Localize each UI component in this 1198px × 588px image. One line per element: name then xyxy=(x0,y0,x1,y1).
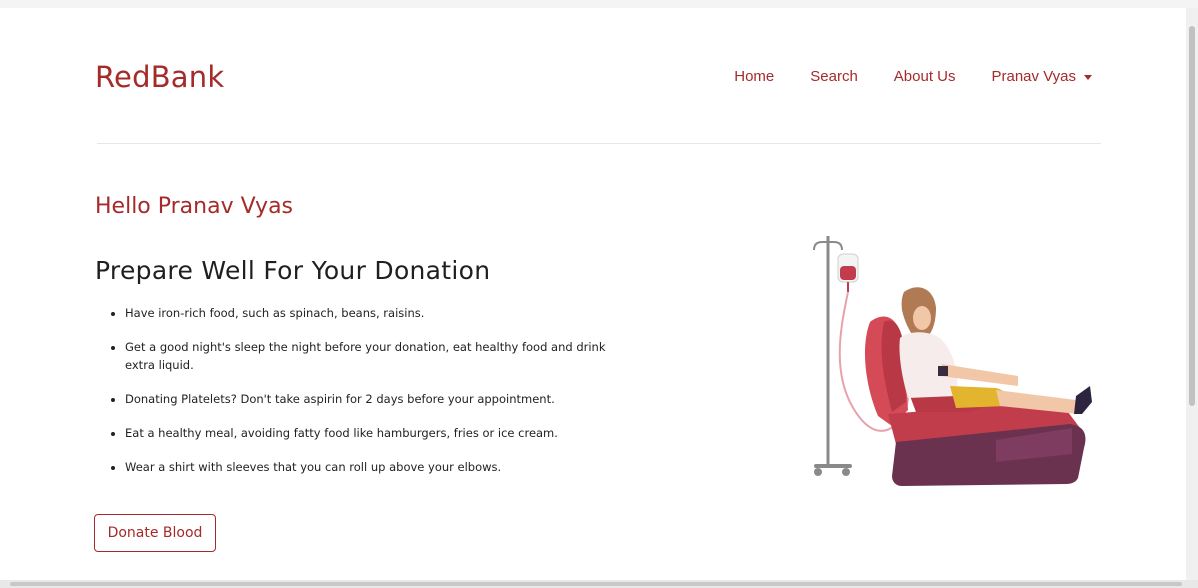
user-dropdown[interactable]: Pranav Vyas xyxy=(992,68,1092,85)
tip-item: Eat a healthy meal, avoiding fatty food … xyxy=(125,424,635,442)
header-divider xyxy=(97,143,1101,144)
brand-logo[interactable]: RedBank xyxy=(95,60,224,94)
horizontal-scrollbar-thumb[interactable] xyxy=(10,582,1182,586)
nav-links: Home Search About Us Pranav Vyas xyxy=(734,68,1092,85)
page-viewport: RedBank Home Search About Us Pranav Vyas… xyxy=(0,0,1198,588)
vertical-scrollbar-thumb[interactable] xyxy=(1189,26,1195,406)
browser-top-edge xyxy=(0,0,1198,8)
tip-item: Get a good night's sleep the night befor… xyxy=(125,338,635,374)
donate-blood-button[interactable]: Donate Blood xyxy=(94,514,216,552)
tip-item: Have iron-rich food, such as spinach, be… xyxy=(125,304,635,322)
tip-item: Donating Platelets? Don't take aspirin f… xyxy=(125,390,635,408)
user-dropdown-label[interactable]: Pranav Vyas xyxy=(992,68,1077,85)
nav-home-link[interactable]: Home xyxy=(734,68,774,85)
greeting-heading: Hello Pranav Vyas xyxy=(95,194,294,219)
nav-about-link[interactable]: About Us xyxy=(894,68,956,85)
blood-donation-illustration xyxy=(813,236,1092,486)
horizontal-scrollbar[interactable] xyxy=(0,580,1198,588)
navbar: RedBank Home Search About Us Pranav Vyas xyxy=(0,8,1186,146)
tip-item: Wear a shirt with sleeves that you can r… xyxy=(125,458,635,476)
caret-down-icon[interactable] xyxy=(1084,74,1092,80)
donation-tips-list: Have iron-rich food, such as spinach, be… xyxy=(110,304,635,476)
section-title: Prepare Well For Your Donation xyxy=(95,256,491,285)
vertical-scrollbar[interactable] xyxy=(1186,8,1198,582)
nav-search-link[interactable]: Search xyxy=(810,68,858,85)
blood-bag-icon xyxy=(837,253,859,292)
